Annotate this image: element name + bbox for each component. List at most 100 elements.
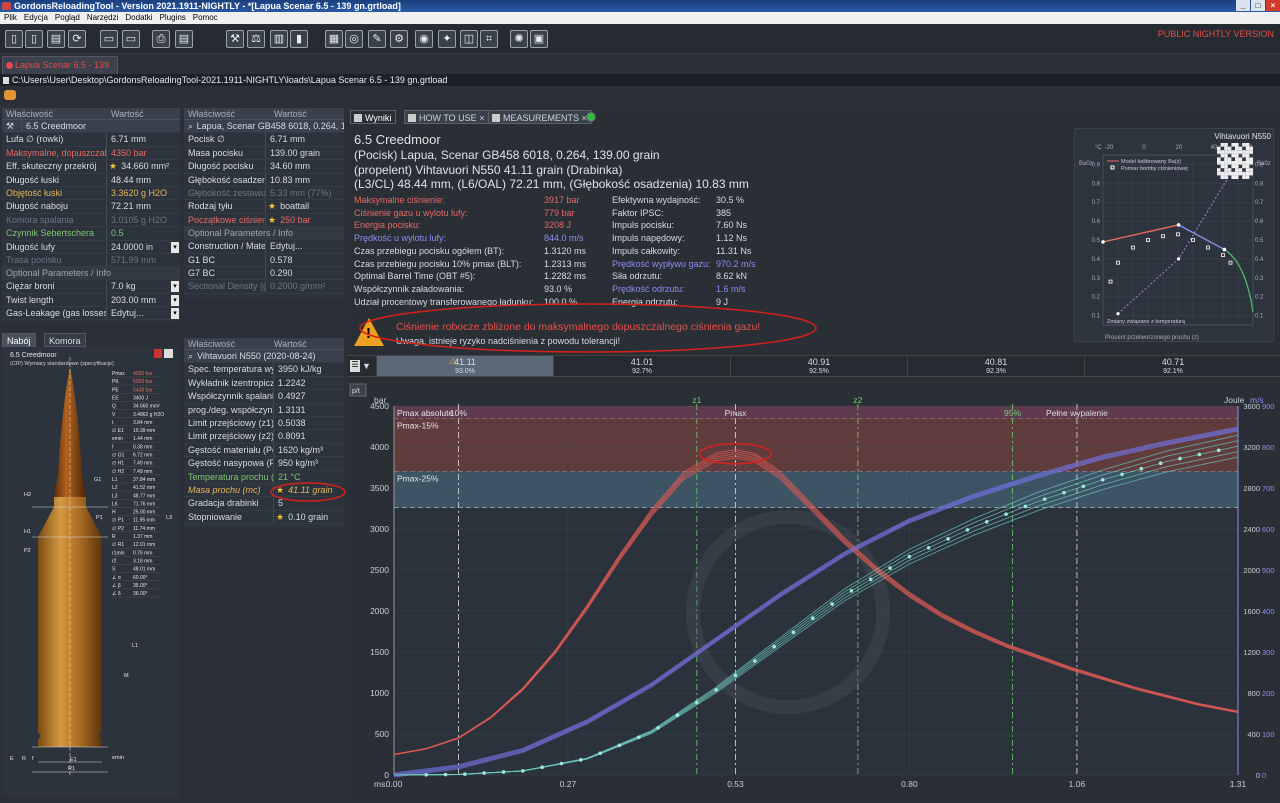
- powder-value[interactable]: 0.8091: [274, 430, 306, 442]
- caliber-row[interactable]: Lufa ∅ (rowki) 6.71 mm: [2, 133, 180, 147]
- new-icon[interactable]: ▯: [5, 30, 23, 48]
- projectile-row[interactable]: Głębokość osadzenia 10.83 mm: [184, 173, 344, 187]
- projectile-row[interactable]: Masa pocisku 139.00 grain: [184, 146, 344, 161]
- ladder-step[interactable]: 40.81 92.3%: [907, 356, 1084, 376]
- projectile-value[interactable]: 139.00 grain: [266, 147, 320, 159]
- projectile-opt-row[interactable]: G1 BC 0.578: [184, 253, 344, 267]
- projectile-opt-value[interactable]: 0.578: [266, 254, 293, 266]
- powder-value[interactable]: 0.10 grain: [284, 511, 328, 523]
- caliber-opt-value[interactable]: 7.0 kg: [107, 280, 136, 292]
- add-tab-icon[interactable]: [586, 112, 596, 122]
- tab-how-to-use[interactable]: HOW TO USE ×: [404, 110, 490, 124]
- projectile-opt-row[interactable]: Sectional Density (gsc)0.2000 g/mm²: [184, 280, 344, 294]
- caliber-row[interactable]: Maksymalne, dopuszczalne 4350 bar: [2, 146, 180, 161]
- caliber-opt-row[interactable]: Gas-Leakage (gas losses) Edytuj... ▾: [2, 307, 180, 321]
- star-icon[interactable]: ★: [266, 214, 276, 226]
- caliber-value[interactable]: 72.21 mm: [107, 200, 151, 212]
- caliber-row[interactable]: Trasa pocisku 571.99 mm: [2, 253, 180, 268]
- projectile-value[interactable]: 10.83 mm: [266, 174, 310, 186]
- menu-poglad[interactable]: Pogląd: [55, 12, 80, 24]
- caliber-value[interactable]: 48.44 mm: [107, 174, 151, 186]
- tab-measurements[interactable]: MEASUREMENTS ×: [488, 110, 592, 124]
- caliber-value[interactable]: 3.3620 g H2O: [107, 187, 167, 199]
- caliper-icon[interactable]: ⚖: [247, 30, 265, 48]
- powder-row[interactable]: Wykładnik izentropiczny1.2242: [184, 376, 344, 391]
- caliber-value[interactable]: 0.5: [107, 227, 124, 239]
- powder-row[interactable]: Współczynnik spalania (Ba)0.4927: [184, 390, 344, 404]
- projectile-opt-row[interactable]: G7 BC 0.290: [184, 266, 344, 281]
- powder-row[interactable]: Limit przejściowy (z2) 0.8091: [184, 430, 344, 444]
- powder-value[interactable]: 0.5038: [274, 417, 306, 429]
- wrench-icon[interactable]: ⚙: [390, 30, 408, 48]
- projectile-selector[interactable]: ⌕ Lapua, Scenar GB458 6018, 0.264, 139: [184, 120, 344, 134]
- bottle-icon[interactable]: ▮: [290, 30, 308, 48]
- gear-icon[interactable]: ◉: [415, 30, 433, 48]
- chart-icon[interactable]: ▥: [270, 30, 288, 48]
- caliber-row[interactable]: Objętość łuski 3.3620 g H2O: [2, 186, 180, 201]
- tab-komora[interactable]: Komora: [44, 333, 86, 347]
- projectile-value[interactable]: 34.60 mm: [266, 160, 310, 172]
- powder-row[interactable]: Limit przejściowy (z1) 0.5038: [184, 416, 344, 431]
- projectile-opt-value[interactable]: Edytuj...: [266, 240, 303, 252]
- caliber-row[interactable]: Długość łuski 48.44 mm: [2, 173, 180, 187]
- caliber-value[interactable]: 4350 bar: [107, 147, 147, 159]
- powder-row[interactable]: Stopniowanie ★ 0.10 grain: [184, 510, 344, 525]
- tab-wyniki[interactable]: Wyniki: [350, 110, 397, 124]
- ladder-step[interactable]: 40.91 92.5%: [730, 356, 907, 376]
- projectile-row[interactable]: Rodzaj tyłu ★ boattail: [184, 200, 344, 214]
- dropdown-icon[interactable]: ▾: [171, 294, 179, 306]
- caliber-value[interactable]: 6.71 mm: [107, 133, 146, 145]
- save-all-icon[interactable]: ▤: [47, 30, 65, 48]
- powder-row[interactable]: Gęstość materiału (Pc) 1620 kg/m³: [184, 443, 344, 458]
- ladder-step[interactable]: 40.71 92.1%: [1084, 356, 1261, 376]
- minimize-button[interactable]: _: [1236, 0, 1250, 11]
- powder-icon[interactable]: ▦: [325, 30, 343, 48]
- save-icon[interactable]: ▭: [100, 30, 118, 48]
- menu-pomoc[interactable]: Pomoc: [193, 12, 218, 24]
- settings-icon[interactable]: ✺: [510, 30, 528, 48]
- hat-icon[interactable]: [4, 90, 16, 100]
- ladder-dropdown-icon[interactable]: ▼: [362, 361, 371, 371]
- menu-plik[interactable]: Plik: [4, 12, 17, 24]
- powder-row[interactable]: prog./deg. współczynnik1.3131: [184, 403, 344, 417]
- projectile-value[interactable]: 5.33 mm (77%): [266, 187, 332, 199]
- projectile-value[interactable]: 250 bar: [276, 214, 311, 226]
- wrench-icon[interactable]: ⚒: [2, 120, 22, 133]
- caliber-opt-row[interactable]: Ciężar broni 7.0 kg ▾: [2, 280, 180, 294]
- powder-value[interactable]: 1.2242: [274, 377, 306, 389]
- calc-icon[interactable]: ⌗: [480, 30, 498, 48]
- menu-plugins[interactable]: Plugins: [160, 12, 186, 24]
- powder-value[interactable]: 1.3131: [274, 404, 306, 416]
- caliber-opt-row[interactable]: Twist length 203.00 mm ▾: [2, 293, 180, 308]
- projectile-value[interactable]: boattail: [276, 200, 309, 212]
- caliber-value[interactable]: 24.0000 in: [107, 241, 153, 253]
- powder-selector[interactable]: ⌕ Vihtavuori N550 (2020-08-24): [184, 350, 344, 364]
- open-icon[interactable]: ▯: [25, 30, 43, 48]
- caliber-row[interactable]: Czynnik Sebertschera 0.5: [2, 227, 180, 241]
- maximize-button[interactable]: □: [1251, 0, 1265, 11]
- ladder-step[interactable]: 41.01 92.7%: [553, 356, 730, 376]
- dropdown-icon[interactable]: ▾: [171, 241, 179, 253]
- target-icon[interactable]: ✎: [368, 30, 386, 48]
- projectile-opt-value[interactable]: 0.2000 g/mm²: [266, 280, 326, 292]
- caliber-value[interactable]: 3.0105 g H2O: [107, 214, 167, 226]
- powder-row[interactable]: Gęstość nasypowa (Pcd)950 kg/m³: [184, 457, 344, 471]
- primer-icon[interactable]: ✦: [438, 30, 456, 48]
- powder-value[interactable]: 3950 kJ/kg: [274, 363, 322, 375]
- projectile-row[interactable]: Długość pocisku 34.60 mm: [184, 160, 344, 174]
- ladder-menu-icon[interactable]: ☰: [350, 360, 360, 372]
- projectile-row[interactable]: Początkowe ciśnienie ★ 250 bar: [184, 213, 344, 228]
- pdf-icon[interactable]: ▤: [175, 30, 193, 48]
- refresh-icon[interactable]: ⟳: [68, 30, 86, 48]
- print-icon[interactable]: ⎙: [152, 30, 170, 48]
- caliber-value[interactable]: 34.660 mm²: [117, 160, 169, 172]
- star-icon[interactable]: ★: [274, 511, 284, 523]
- menu-dodatki[interactable]: Dodatki: [125, 12, 152, 24]
- caliber-row[interactable]: Długość naboju 72.21 mm: [2, 200, 180, 214]
- caliber-value[interactable]: 571.99 mm: [107, 254, 156, 266]
- window-icon[interactable]: ▣: [530, 30, 548, 48]
- projectile-opt-row[interactable]: Construction / MaterialEdytuj...: [184, 240, 344, 254]
- close-button[interactable]: ×: [1266, 0, 1280, 11]
- caliber-opt-value[interactable]: Edytuj...: [107, 307, 144, 319]
- table-icon[interactable]: ◎: [345, 30, 363, 48]
